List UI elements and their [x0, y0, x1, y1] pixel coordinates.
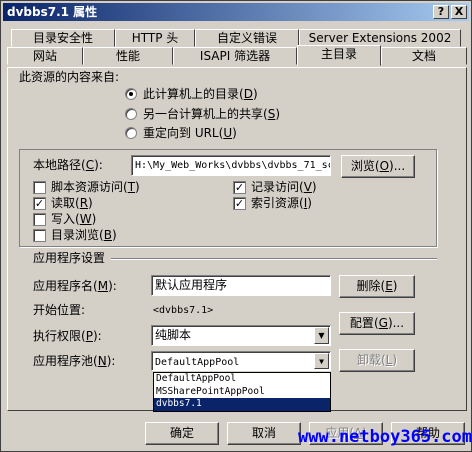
log-visits-label: 记录访问(V)	[251, 180, 317, 194]
watermark-text: www.netboy365.com	[298, 427, 472, 447]
config-button[interactable]: 配置(G)...	[339, 312, 415, 335]
execute-permission-label: 执行权限(P):	[33, 329, 102, 343]
content-source-label: 此资源的内容来自:	[19, 70, 120, 84]
chevron-down-icon[interactable]: ▼	[314, 353, 329, 369]
radio-local-directory-label: 此计算机上的目录(D)	[143, 87, 258, 101]
radio-network-share-label: 另一台计算机上的共享(S)	[143, 107, 281, 121]
checkbox-script-source[interactable]	[33, 181, 46, 194]
checkbox-index-resource[interactable]: ✓	[233, 197, 246, 210]
properties-window: dvbbs7.1 属性 ? X 目录安全性 HTTP 头 自定义错误 Serve…	[0, 0, 472, 452]
pool-option-sharepoint[interactable]: MSSharePointAppPool	[154, 386, 330, 399]
radio-local-directory[interactable]	[125, 88, 137, 100]
tab-http-headers[interactable]: HTTP 头	[115, 29, 195, 47]
pool-option-default[interactable]: DefaultAppPool	[154, 373, 330, 386]
write-label: 写入(W)	[51, 212, 97, 226]
radio-network-share[interactable]	[125, 108, 137, 120]
unload-button[interactable]: 卸载(L)	[339, 349, 415, 372]
directory-browsing-label: 目录浏览(B)	[51, 228, 117, 242]
checkbox-log-visits[interactable]: ✓	[233, 181, 246, 194]
tab-directory-security[interactable]: 目录安全性	[11, 29, 115, 47]
app-name-label: 应用程序名(M):	[33, 279, 117, 293]
tab-website[interactable]: 网站	[7, 47, 83, 65]
remove-button[interactable]: 删除(E)	[339, 275, 415, 298]
start-position-label: 开始位置:	[33, 303, 86, 317]
tab-home-directory[interactable]: 主目录	[297, 45, 381, 66]
app-pool-label: 应用程序池(N):	[33, 354, 116, 368]
local-path-label: 本地路径(C):	[33, 158, 103, 172]
radio-redirect-url-label: 重定向到 URL(U)	[143, 126, 237, 140]
start-position-value: <dvbbs7.1>	[153, 305, 214, 316]
tab-custom-errors[interactable]: 自定义错误	[195, 29, 299, 47]
app-settings-header: 应用程序设置	[33, 251, 106, 265]
read-label: 读取(R)	[51, 196, 93, 210]
checkbox-write[interactable]	[33, 213, 46, 226]
app-pool-dropdown: DefaultAppPool MSSharePointAppPool dvbbs…	[153, 372, 331, 412]
help-icon[interactable]: ?	[433, 5, 449, 19]
tab-performance[interactable]: 性能	[83, 47, 173, 65]
script-source-label: 脚本资源访问(T)	[51, 180, 140, 194]
ok-button[interactable]: 确定	[145, 422, 219, 445]
app-name-input[interactable]: 默认应用程序	[151, 275, 331, 296]
app-pool-select[interactable]: DefaultAppPool ▼	[151, 351, 331, 371]
index-resource-label: 索引资源(I)	[251, 196, 312, 210]
close-icon[interactable]: X	[451, 5, 467, 19]
tab-documents[interactable]: 文档	[381, 47, 467, 65]
execute-permission-value: 纯脚本	[155, 328, 192, 342]
chevron-down-icon[interactable]: ▼	[314, 327, 329, 344]
checkbox-directory-browsing[interactable]	[33, 229, 46, 242]
app-pool-value: DefaultAppPool	[155, 357, 240, 368]
execute-permission-select[interactable]: 纯脚本 ▼	[151, 325, 331, 346]
cancel-button[interactable]: 取消	[227, 422, 301, 445]
window-title: dvbbs7.1 属性	[7, 5, 98, 19]
pool-option-dvbbs[interactable]: dvbbs7.1	[154, 398, 330, 411]
title-bar: dvbbs7.1 属性	[3, 3, 469, 21]
local-path-input[interactable]: H:\My_Web_Works\dvbbs\dvbbs_71_sc	[131, 155, 331, 176]
tab-isapi-filters[interactable]: ISAPI 筛选器	[173, 47, 297, 65]
app-settings-divider	[111, 258, 437, 260]
radio-redirect-url[interactable]	[125, 127, 137, 139]
checkbox-read[interactable]: ✓	[33, 197, 46, 210]
browse-button[interactable]: 浏览(O)...	[341, 155, 415, 178]
